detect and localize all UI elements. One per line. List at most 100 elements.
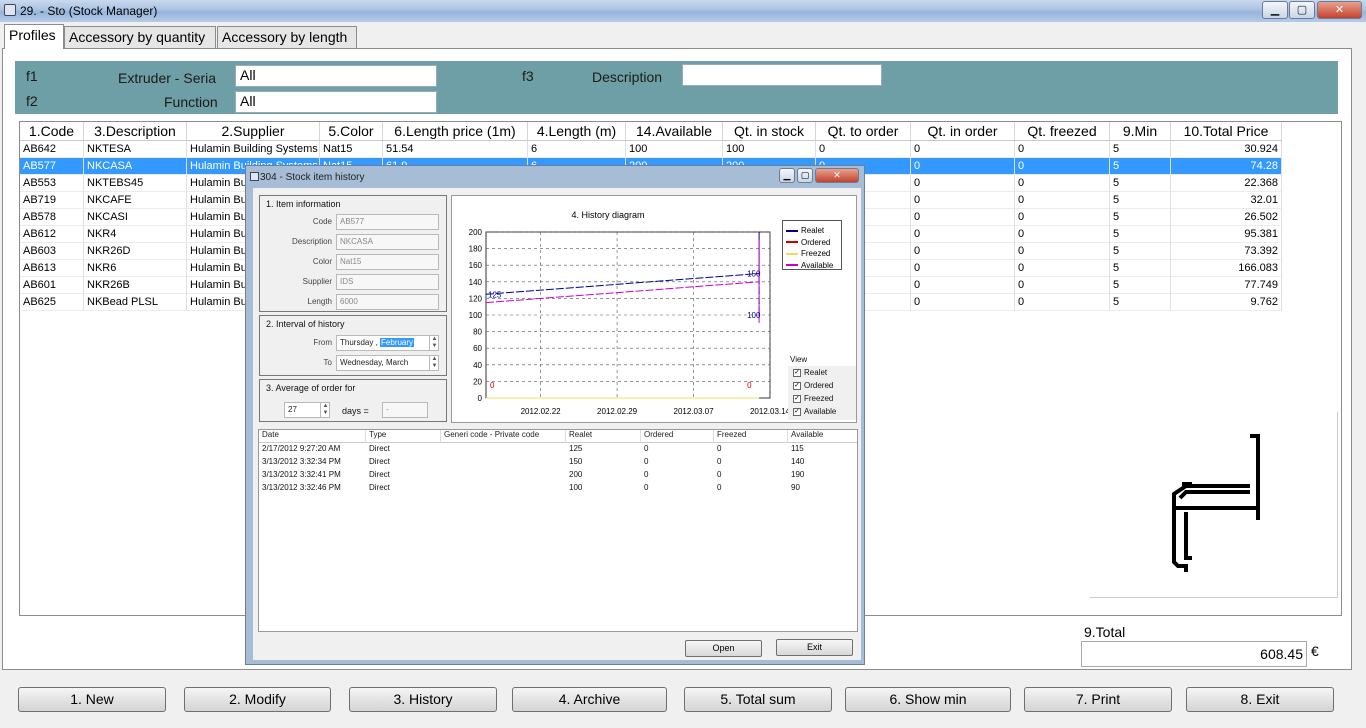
- legend-item: Available: [786, 258, 833, 270]
- table-cell: AB603: [20, 243, 84, 260]
- view-available-checkbox[interactable]: ✓: [793, 408, 801, 416]
- supplier-field[interactable]: IDS: [336, 274, 439, 290]
- column-header[interactable]: 3.Description: [84, 122, 187, 141]
- view-ordered-checkbox[interactable]: ✓: [793, 382, 801, 390]
- column-header[interactable]: 9.Min: [1110, 122, 1171, 141]
- history-column-header[interactable]: Generi code - Private code: [441, 430, 566, 443]
- table-cell: 0: [911, 277, 1015, 294]
- x-tick-label: 2012.02.22: [521, 407, 562, 416]
- table-cell: 6: [528, 141, 626, 158]
- series-line-realet: [485, 232, 760, 315]
- history-row[interactable]: 3/13/2012 3:32:41 PM Direct 200 0 0 190: [259, 470, 857, 483]
- history-cell: 3/13/2012 3:32:46 PM: [262, 483, 341, 492]
- column-header[interactable]: 2.Supplier: [187, 122, 320, 141]
- history-cell: 115: [791, 444, 804, 453]
- column-header[interactable]: 4.Length (m): [528, 122, 626, 141]
- history-cell: 150: [569, 457, 583, 466]
- minimize-button[interactable]: ▁: [1262, 1, 1288, 19]
- table-cell: 0: [1015, 141, 1110, 158]
- print-button[interactable]: 7. Print: [1024, 687, 1172, 712]
- column-header[interactable]: Qt. freezed: [1015, 122, 1110, 141]
- history-column-header[interactable]: Date: [259, 430, 366, 443]
- column-header[interactable]: 10.Total Price: [1171, 122, 1282, 141]
- extruder-seria-input[interactable]: All: [235, 65, 437, 87]
- history-row[interactable]: 3/13/2012 3:32:34 PM Direct 150 0 0 140: [259, 457, 857, 470]
- color-field[interactable]: Nat15: [336, 254, 439, 270]
- table-cell: 30.924: [1171, 141, 1282, 158]
- table-cell: 0: [816, 141, 911, 158]
- table-cell: 0: [911, 175, 1015, 192]
- history-cell: 140: [791, 457, 805, 466]
- column-header[interactable]: Qt. to order: [816, 122, 911, 141]
- y-tick-label: 20: [473, 377, 482, 386]
- from-date-picker[interactable]: Thursday , February: [336, 335, 439, 351]
- dialog-exit-button[interactable]: Exit: [776, 639, 853, 656]
- archive-button[interactable]: 4. Archive: [512, 687, 667, 712]
- dialog-minimize-button[interactable]: ▁: [779, 168, 795, 183]
- x-tick-label: 2012.02.29: [597, 407, 638, 416]
- column-header[interactable]: 6.Length price (1m): [383, 122, 528, 141]
- table-cell: Nat15: [320, 141, 383, 158]
- history-column-header[interactable]: Realet: [566, 430, 641, 443]
- dialog-open-button[interactable]: Open: [685, 640, 762, 657]
- history-column-header[interactable]: Freezed: [714, 430, 788, 443]
- length-field[interactable]: 6000: [336, 294, 439, 310]
- dialog-maximize-button[interactable]: ▢: [797, 168, 813, 183]
- history-chart-panel: 4. History diagram 0 20 40 60 80 100 120 140 160 1…: [451, 195, 857, 423]
- table-cell: 5: [1110, 175, 1171, 192]
- history-column-header[interactable]: Ordered: [641, 430, 714, 443]
- y-tick-label: 40: [473, 361, 482, 370]
- show-min-button[interactable]: 6. Show min: [845, 687, 1011, 712]
- column-header[interactable]: Qt. in order: [911, 122, 1015, 141]
- view-freezed-checkbox[interactable]: ✓: [793, 395, 801, 403]
- history-button[interactable]: 3. History: [349, 687, 497, 712]
- tab-accessory-by-quantity[interactable]: Accessory by quantity: [64, 26, 216, 48]
- table-cell: AB642: [20, 141, 84, 158]
- window-title: 29. - Sto (Stock Manager): [20, 4, 158, 18]
- to-date-picker[interactable]: Wednesday, March: [336, 355, 439, 371]
- history-column-header[interactable]: Available: [788, 430, 857, 443]
- legend-swatch: [786, 264, 798, 267]
- item-information-group: 1. Item information Code AB577 Descripti…: [259, 195, 447, 312]
- exit-button[interactable]: 8. Exit: [1186, 687, 1334, 712]
- dialog-icon: [250, 172, 259, 181]
- table-cell: 0: [1015, 260, 1110, 277]
- table-cell: 9.762: [1171, 294, 1282, 311]
- description-field[interactable]: NKCASA: [336, 234, 439, 250]
- tab-accessory-by-length[interactable]: Accessory by length: [217, 26, 357, 48]
- maximize-button[interactable]: ▢: [1289, 1, 1315, 19]
- to-label: To: [323, 358, 332, 367]
- history-cell: Direct: [369, 457, 390, 466]
- column-header[interactable]: 5.Color: [320, 122, 383, 141]
- close-button[interactable]: ✕: [1317, 1, 1362, 19]
- code-field[interactable]: AB577: [336, 214, 439, 230]
- table-cell: 0: [911, 192, 1015, 209]
- from-spinner[interactable]: ▲ ▼: [429, 336, 439, 350]
- column-header[interactable]: Qt. in stock: [723, 122, 816, 141]
- function-input[interactable]: All: [235, 91, 437, 113]
- column-header[interactable]: 14.Available: [626, 122, 723, 141]
- table-cell: 0: [911, 226, 1015, 243]
- to-spinner[interactable]: ▲ ▼: [429, 356, 439, 370]
- column-header[interactable]: 1.Code: [20, 122, 84, 141]
- history-column-header[interactable]: Type: [366, 430, 441, 443]
- history-grid[interactable]: Date Type Generi code - Private code Realet…: [258, 429, 858, 632]
- total-sum-button[interactable]: 5. Total sum: [684, 687, 832, 712]
- interval-of-history-group: 2. Interval of history From Thursday , F…: [259, 315, 447, 376]
- history-row[interactable]: 3/13/2012 3:32:46 PM Direct 100 0 0 90: [259, 483, 857, 496]
- table-cell: AB613: [20, 260, 84, 277]
- history-cell: 2/17/2012 9:27:20 AM: [262, 444, 341, 453]
- new-button[interactable]: 1. New: [18, 687, 166, 712]
- view-realet-checkbox[interactable]: ✓: [793, 369, 801, 377]
- table-cell: 5: [1110, 158, 1171, 175]
- dialog-close-button[interactable]: ✕: [815, 168, 859, 183]
- history-row[interactable]: 2/17/2012 9:27:20 AM Direct 125 0 0 115: [259, 444, 857, 457]
- history-cell: [441, 457, 566, 470]
- tab-profiles[interactable]: Profiles: [4, 24, 64, 49]
- modify-button[interactable]: 2. Modify: [184, 687, 331, 712]
- view-realet-label: Realet: [804, 368, 828, 377]
- description-input[interactable]: [682, 64, 882, 86]
- table-row[interactable]: AB642 NKTESA Hulamin Building Systems Nat15…: [20, 141, 1282, 158]
- series-line-available: [485, 240, 760, 324]
- average-days-spinner[interactable]: ▲ ▼: [320, 403, 330, 417]
